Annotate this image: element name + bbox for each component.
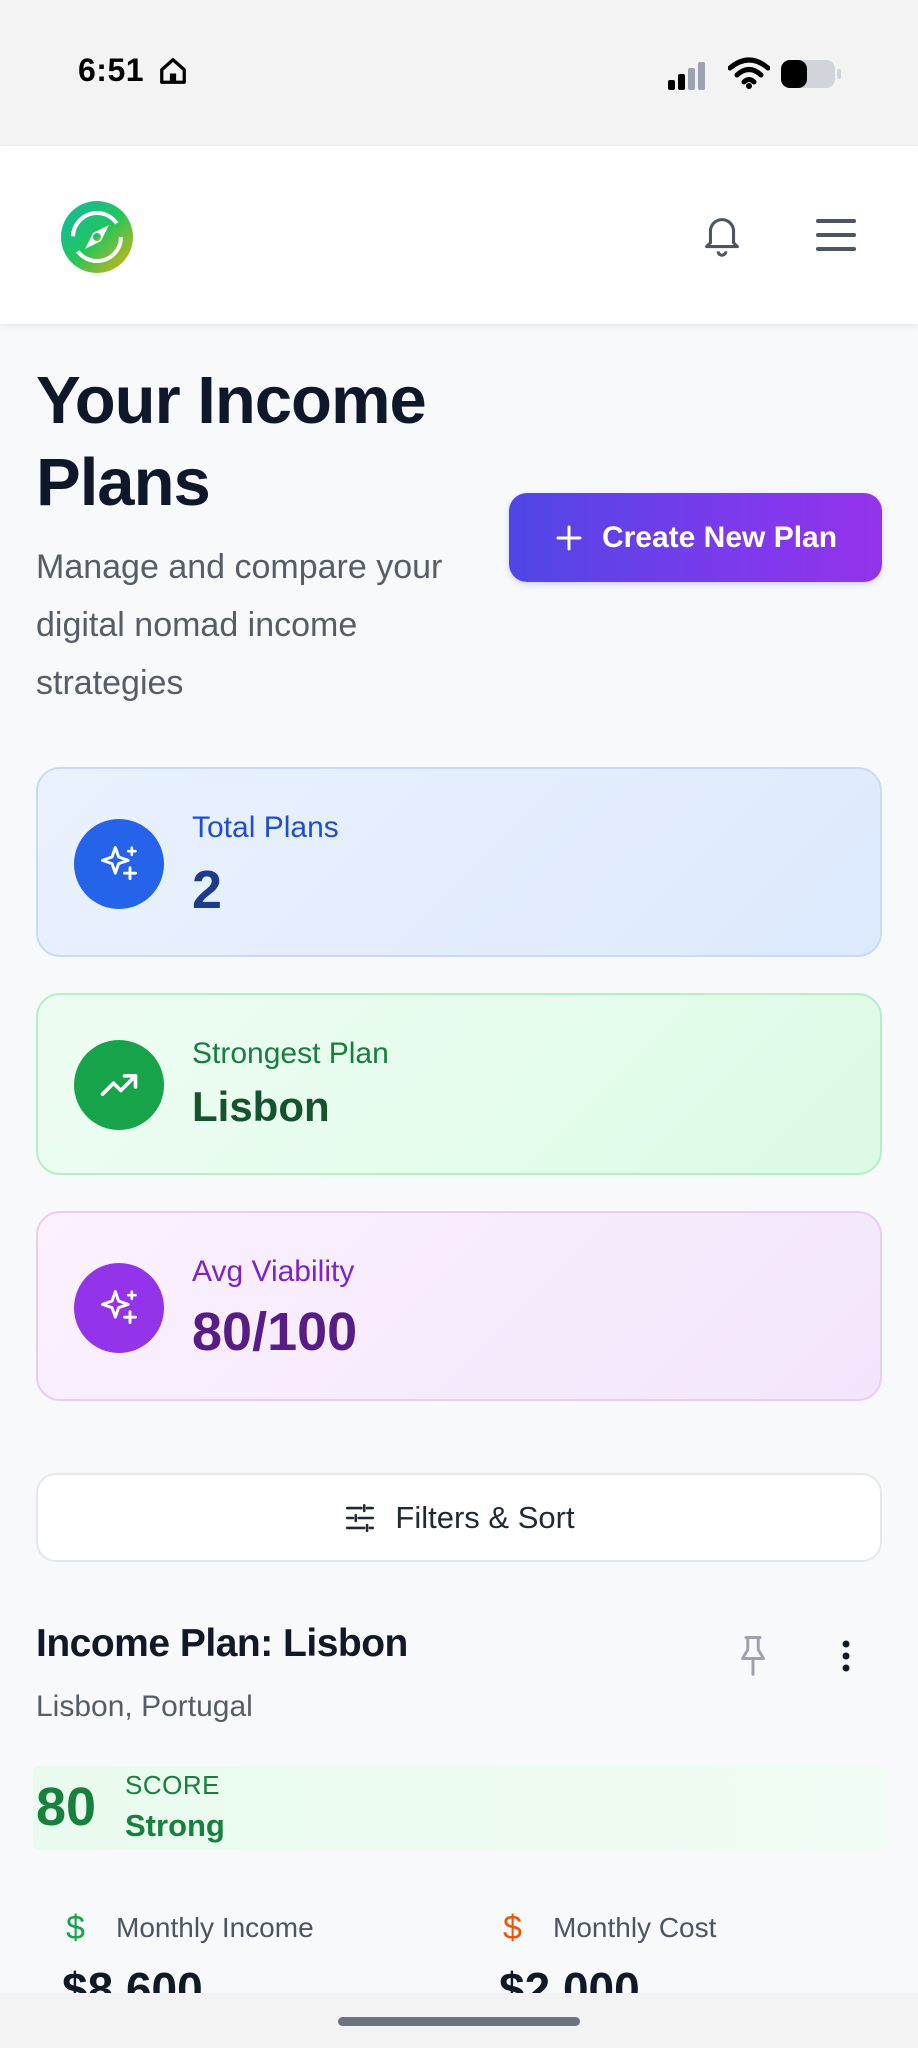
dollar-icon: $ [66,1909,85,1947]
trending-up-icon [74,1040,164,1130]
plus-icon [556,525,582,550]
sliders-icon [346,1503,375,1532]
home-icon [160,58,186,84]
create-new-plan-label: Create New Plan [601,520,838,554]
create-new-plan-button[interactable]: Create New Plan [509,493,882,582]
plan-title[interactable]: Income Plan: Lisbon [36,1622,408,1666]
page-subtitle: Manage and compare your digital nomad in… [36,548,443,702]
score-rating: Strong [125,1808,225,1843]
more-options-icon[interactable] [830,1636,862,1676]
score-caption: SCORE [125,1770,220,1800]
hamburger-menu-icon[interactable] [814,216,858,254]
strongest-plan-value: Lisbon [192,1083,330,1130]
sparkles-icon [74,819,164,909]
monthly-cost-label: Monthly Cost [553,1912,717,1943]
wifi-icon [728,57,770,89]
total-plans-card: Total Plans 2 [36,767,882,957]
dollar-icon: $ [503,1909,522,1947]
total-plans-value: 2 [192,860,223,920]
monthly-income-label: Monthly Income [116,1912,314,1943]
page-title: Your Income Plans [36,363,427,520]
avg-viability-value: 80/100 [192,1302,358,1362]
status-time: 6:51 [78,52,145,88]
home-indicator[interactable] [338,2017,580,2026]
compass-logo-icon[interactable] [60,200,134,274]
pin-icon[interactable] [732,1632,774,1678]
avg-viability-label: Avg Viability [192,1255,355,1288]
filters-sort-label: Filters & Sort [395,1499,575,1535]
filters-sort-button[interactable]: Filters & Sort [36,1473,882,1562]
strongest-plan-card: Strongest Plan Lisbon [36,993,882,1175]
battery-icon [781,60,841,88]
score-value: 80 [36,1777,97,1837]
status-bar: 6:51 [0,0,918,146]
cellular-signal-icon [668,62,705,90]
bell-icon[interactable] [698,210,746,260]
strongest-plan-label: Strongest Plan [192,1037,389,1070]
app-header [0,146,918,324]
app-screen: 6:51 Your Income Plans Manage and compar… [0,0,918,2048]
plan-location: Lisbon, Portugal [36,1690,253,1723]
total-plans-label: Total Plans [192,811,339,844]
avg-viability-card: Avg Viability 80/100 [36,1211,882,1401]
sparkles-icon [74,1263,164,1353]
